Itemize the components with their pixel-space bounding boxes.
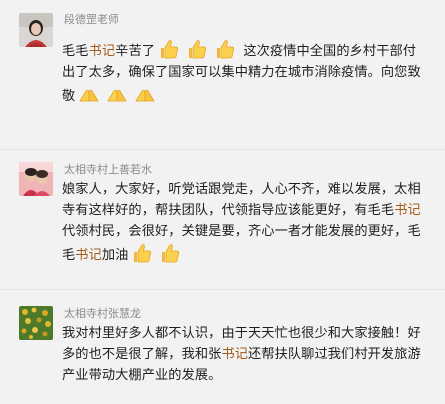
avatar[interactable] [19, 162, 53, 196]
highlighted-keyword: 书记 [75, 248, 102, 263]
comment-item: 太相寺村张慧龙 我对村里好多人都不认识，由于天天忙也很少和大家接触！好多的也不是… [0, 290, 445, 404]
avatar[interactable] [19, 306, 53, 340]
thumbs-up-icon [159, 242, 181, 264]
comment-text-segment: 加油 [101, 248, 129, 263]
thumbs-up-icon [186, 38, 208, 60]
comment-item: 段德罡老师 毛毛书记辛苦了 这次疫情中全国的乡村干部付出了太多，确保了国家可以集… [0, 0, 445, 150]
highlighted-keyword: 书记 [394, 203, 421, 218]
prayer-hands-icon [106, 83, 128, 105]
comment-text: 我对村里好多人都不认识，由于天天忙也很少和大家接触！好多的也不是很了解，我和张书… [62, 323, 424, 386]
comment-text-segment: 娘家人，大家好，听党话跟党走，人心不齐，难以发展，太相寺有这样好的，帮扶团队，代… [62, 182, 421, 218]
commenter-name[interactable]: 太相寺村张慧龙 [64, 305, 141, 321]
prayer-hands-icon [78, 83, 100, 105]
commenter-name[interactable]: 段德罡老师 [64, 11, 119, 27]
comment-text: 娘家人，大家好，听党话跟党走，人心不齐，难以发展，太相寺有这样好的，帮扶团队，代… [62, 179, 427, 266]
commenter-name[interactable]: 太相寺村上善若水 [64, 161, 152, 177]
thumbs-up-icon [131, 242, 153, 264]
comment-text-segment: 辛苦了 [115, 44, 156, 59]
comment-item: 太相寺村上善若水 娘家人，大家好，听党话跟党走，人心不齐，难以发展，太相寺有这样… [0, 150, 445, 290]
highlighted-keyword: 书记 [88, 44, 116, 59]
thumbs-up-icon [158, 38, 180, 60]
comment-text: 毛毛书记辛苦了 这次疫情中全国的乡村干部付出了太多，确保了国家可以集中精力在城市… [62, 38, 422, 107]
prayer-hands-icon [134, 83, 156, 105]
comment-list: 段德罡老师 毛毛书记辛苦了 这次疫情中全国的乡村干部付出了太多，确保了国家可以集… [0, 0, 445, 404]
avatar[interactable] [19, 13, 53, 47]
comment-text-segment: 毛毛 [62, 44, 89, 59]
highlighted-keyword: 书记 [221, 347, 249, 362]
thumbs-up-icon [214, 38, 236, 60]
